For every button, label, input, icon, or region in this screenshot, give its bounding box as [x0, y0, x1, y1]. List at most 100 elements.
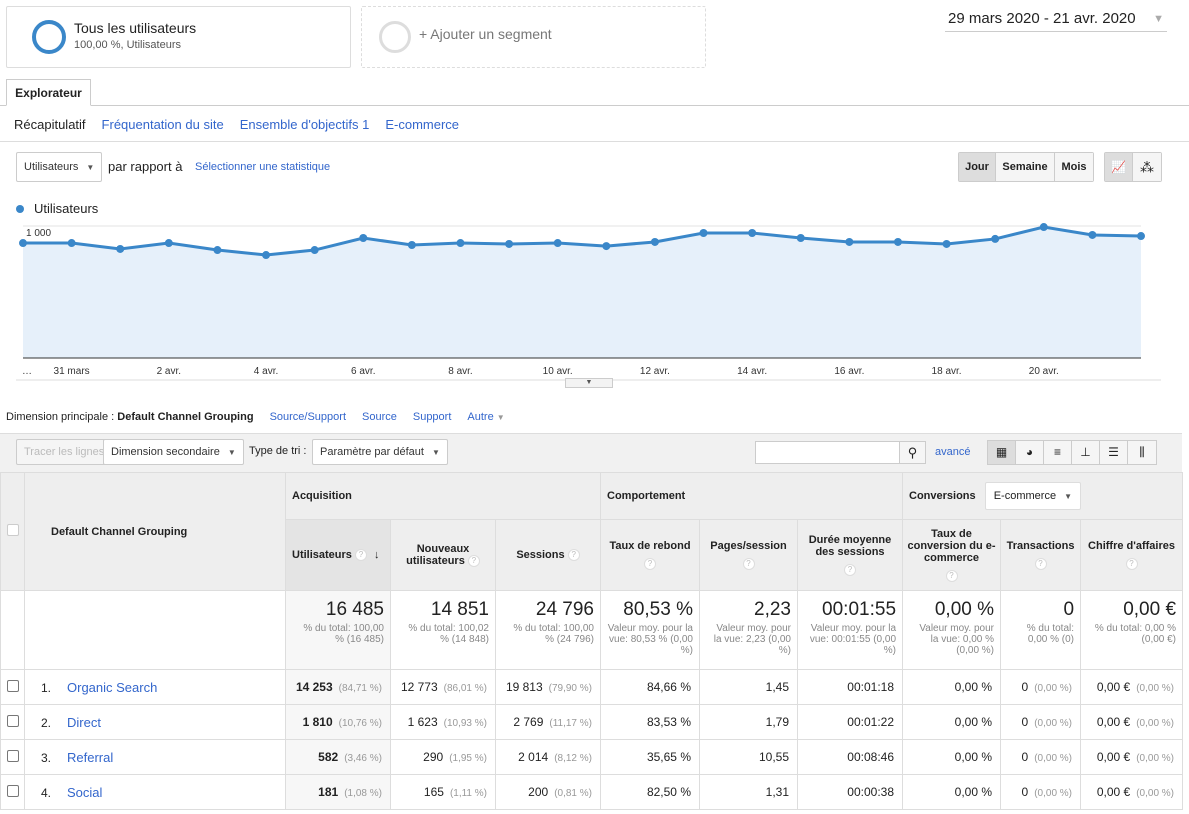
- help-icon[interactable]: ?: [844, 564, 856, 576]
- column-header[interactable]: Utilisateurs ? ↓: [285, 519, 391, 591]
- subnav-ecommerce[interactable]: E-commerce: [385, 117, 459, 132]
- row-checkbox[interactable]: [6, 679, 19, 692]
- plot-rows-button[interactable]: Tracer les lignes: [16, 439, 113, 465]
- row-checkbox[interactable]: [6, 749, 19, 762]
- cell-users: 1 810 (10,76 %): [285, 704, 391, 740]
- advanced-filter-link[interactable]: avancé: [935, 446, 970, 458]
- data-point: [845, 237, 854, 246]
- help-icon[interactable]: ?: [1125, 558, 1138, 570]
- group-conversions: Conversions E-commerce ▼: [902, 472, 1184, 520]
- data-point: [699, 228, 708, 237]
- motion-chart-icon[interactable]: ⁂: [1133, 153, 1161, 181]
- metric-select[interactable]: Utilisateurs ▼: [16, 152, 103, 182]
- table-search-input[interactable]: [755, 441, 900, 464]
- pie-view-icon[interactable]: ◕: [1016, 441, 1044, 464]
- column-header[interactable]: Taux de rebond ?: [600, 519, 700, 591]
- total-sub: % du total: 0,00 % (0): [1026, 623, 1075, 645]
- cell-sess: 19 813 (79,90 %): [495, 669, 601, 705]
- help-icon[interactable]: ?: [945, 570, 958, 582]
- period-month[interactable]: Mois: [1055, 153, 1093, 181]
- metric-select-label: Utilisateurs: [24, 161, 79, 173]
- date-range-picker[interactable]: 29 mars 2020 - 21 avr. 2020 ▼: [945, 8, 1167, 32]
- total-sub: Valeur moy. pour la vue: 2,23 (0,00 %): [713, 623, 791, 656]
- chart-collapse-handle[interactable]: ▼: [565, 378, 613, 388]
- total-cell: 0,00 % Valeur moy. pour la vue: 0,00 % (0…: [902, 590, 1002, 670]
- column-header[interactable]: Durée moyenne des sessions ?: [796, 519, 904, 591]
- search-icon[interactable]: ⚲: [899, 441, 926, 464]
- tab-explorer[interactable]: Explorateur: [6, 79, 91, 106]
- data-point: [650, 237, 659, 246]
- help-icon[interactable]: ?: [567, 549, 580, 562]
- select-metric-link[interactable]: Sélectionner une statistique: [195, 161, 330, 173]
- column-header[interactable]: Chiffre d'affaires ?: [1080, 519, 1184, 591]
- conversion-type-select[interactable]: E-commerce ▼: [984, 482, 1081, 510]
- x-tick-label: 8 avr.: [448, 366, 472, 377]
- line-chart-icon[interactable]: 📈: [1105, 153, 1134, 181]
- column-header[interactable]: Taux de conversion du e-commerce ?: [902, 519, 1002, 591]
- column-header[interactable]: Nouveaux utilisateurs ?: [390, 519, 496, 591]
- channel-link[interactable]: Direct: [67, 715, 101, 730]
- total-sub: % du total: 0,00 % (0,00 €): [1094, 623, 1177, 645]
- help-icon[interactable]: ?: [742, 558, 755, 570]
- secondary-dimension-select[interactable]: Dimension secondaire ▼: [103, 439, 244, 465]
- row-number: 3.: [41, 750, 52, 765]
- segment-all-users[interactable]: Tous les utilisateurs 100,00 %, Utilisat…: [6, 6, 351, 68]
- dimension-other[interactable]: Autre ▼: [467, 411, 504, 423]
- pivot-view-icon[interactable]: ⫼: [1128, 441, 1156, 464]
- subnav-site-usage[interactable]: Fréquentation du site: [102, 117, 224, 132]
- help-icon[interactable]: ?: [644, 558, 656, 570]
- dimension-source[interactable]: Source: [362, 411, 397, 423]
- cell-conv: 0,00 %: [902, 669, 1002, 705]
- column-header[interactable]: Transactions ?: [1000, 519, 1082, 591]
- period-week[interactable]: Semaine: [996, 153, 1055, 181]
- select-all-checkbox[interactable]: [6, 524, 19, 536]
- data-point: [262, 251, 271, 260]
- comparison-view-icon[interactable]: ⊥: [1072, 441, 1100, 464]
- help-icon[interactable]: ?: [1034, 558, 1047, 570]
- channel-link[interactable]: Social: [67, 785, 102, 800]
- row-checkbox[interactable]: [6, 784, 19, 797]
- row-checkbox[interactable]: [6, 714, 19, 727]
- table-row: 4. Social 181 (1,08 %) 165 (1,11 %) 200 (0,81 %…: [0, 774, 1184, 810]
- data-point: [407, 241, 416, 250]
- sort-desc-icon[interactable]: ↓: [374, 549, 380, 561]
- data-point: [748, 228, 757, 237]
- channel-link[interactable]: Organic Search: [67, 680, 157, 695]
- cell-conv: 0,00 %: [902, 774, 1002, 810]
- help-icon[interactable]: ?: [467, 555, 480, 568]
- total-cell: 0 % du total: 0,00 % (0): [1000, 590, 1082, 670]
- cell-users: 181 (1,08 %): [285, 774, 391, 810]
- subnav-goals[interactable]: Ensemble d'objectifs 1: [240, 117, 370, 132]
- dimension-label: Dimension principale :: [6, 411, 115, 423]
- subnav-summary[interactable]: Récapitulatif: [14, 117, 86, 132]
- help-icon[interactable]: ?: [354, 549, 367, 562]
- dimension-active: Default Channel Grouping: [117, 411, 254, 423]
- sort-type-select[interactable]: Paramètre par défaut ▼: [312, 439, 448, 465]
- total-sub: % du total: 100,00 % (16 485): [303, 623, 384, 645]
- dimension-medium[interactable]: Support: [413, 411, 452, 423]
- data-point: [359, 234, 368, 243]
- data-point: [456, 239, 465, 248]
- x-tick-label: 14 avr.: [737, 366, 767, 377]
- cell-sess: 200 (0,81 %): [495, 774, 601, 810]
- add-segment-button[interactable]: + Ajouter un segment: [361, 6, 706, 68]
- data-point: [19, 239, 27, 248]
- total-sub: % du total: 100,02 % (14 848): [408, 623, 489, 645]
- chart-legend: Utilisateurs: [16, 201, 98, 216]
- table-view-icon[interactable]: ▦: [988, 441, 1016, 464]
- x-tick-label: 12 avr.: [640, 366, 670, 377]
- dimension-source-medium[interactable]: Source/Support: [270, 411, 346, 423]
- x-tick-label: 20 avr.: [1029, 366, 1059, 377]
- table-row: 3. Referral 582 (3,46 %) 290 (1,95 %) 2 014 (8,…: [0, 739, 1184, 775]
- cell-users: 14 253 (84,71 %): [285, 669, 391, 705]
- channel-link[interactable]: Referral: [67, 750, 113, 765]
- period-day[interactable]: Jour: [959, 153, 996, 181]
- cell-tr: 0 (0,00 %): [1000, 704, 1082, 740]
- column-header[interactable]: Sessions ?: [495, 519, 601, 591]
- term-cloud-view-icon[interactable]: ☰: [1100, 441, 1128, 464]
- cell-conv: 0,00 %: [902, 739, 1002, 775]
- cell-channel: 1. Organic Search: [24, 669, 286, 705]
- empty-circle-icon: [379, 21, 411, 53]
- column-header[interactable]: Pages/session ?: [699, 519, 798, 591]
- performance-view-icon[interactable]: ≡: [1044, 441, 1072, 464]
